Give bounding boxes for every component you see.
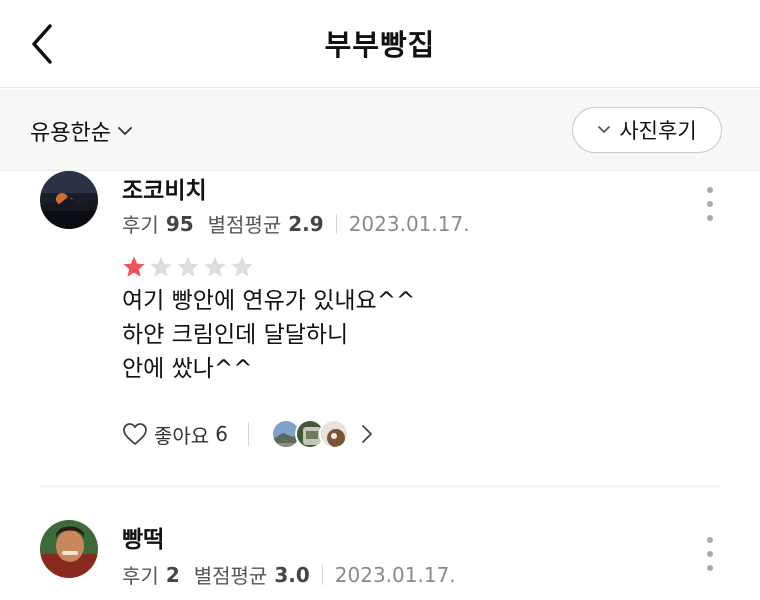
star-rating	[122, 255, 254, 279]
chevron-down-icon	[118, 127, 132, 135]
photo-review-filter-button[interactable]: 사진후기	[572, 107, 722, 153]
avatar[interactable]	[40, 171, 98, 229]
avatar[interactable]	[40, 520, 98, 578]
chevron-down-icon	[598, 126, 611, 133]
average-rating-label: 별점평균	[193, 564, 268, 588]
photo-review-filter-label: 사진후기	[619, 119, 697, 143]
review-text-line: 여기 빵안에 연유가 있내요^^	[122, 288, 416, 314]
review-divider	[40, 486, 720, 487]
review-text: 여기 빵안에 연유가 있내요^^ 하얀 크림인데 달달하니 안에 쌌나^^	[122, 284, 415, 386]
reviewer-name[interactable]: 빵떡	[122, 520, 164, 554]
sort-dropdown[interactable]: 유용한순	[30, 115, 133, 147]
review-text-line: 하얀 크림인데 달달하니	[122, 322, 349, 348]
star-icon	[123, 256, 145, 277]
like-count: 6	[215, 422, 228, 446]
average-rating: 2.9	[288, 211, 324, 236]
meta-divider	[335, 213, 337, 234]
reviewer-meta: 후기 95 별점평균 2.9 2023.01.17.	[122, 209, 470, 238]
chevron-right-icon[interactable]	[361, 424, 373, 444]
review-date: 2023.01.17.	[348, 211, 470, 236]
star-icon	[177, 256, 199, 277]
review-count: 2	[165, 562, 180, 587]
more-options-button[interactable]	[702, 187, 718, 221]
reviewer-meta: 후기 2 별점평균 3.0 2023.01.17.	[122, 560, 456, 589]
review-item: 빵떡 후기 2 별점평균 3.0 2023.01.17.	[0, 520, 760, 600]
review-text-line: 안에 쌌나^^	[122, 356, 253, 382]
average-rating-label: 별점평균	[207, 213, 282, 237]
star-icon	[150, 256, 172, 277]
review-count-label: 후기	[122, 213, 159, 237]
average-rating: 3.0	[274, 562, 310, 587]
filter-bar: 유용한순 사진후기	[0, 89, 760, 171]
sort-label: 유용한순	[30, 121, 111, 146]
like-label: 좋아요	[154, 423, 210, 448]
review-count-label: 후기	[122, 564, 159, 588]
action-divider	[247, 422, 249, 446]
review-item: 조코비치 후기 95 별점평균 2.9 2023.01.17. 여기 빵안에 연…	[0, 171, 760, 481]
page-title: 부부빵집	[324, 28, 436, 62]
photo-thumbnail[interactable]	[318, 419, 349, 449]
review-date: 2023.01.17.	[334, 562, 456, 587]
top-bar: 부부빵집	[0, 0, 760, 88]
more-options-button[interactable]	[702, 537, 718, 571]
review-count: 95	[165, 211, 194, 236]
reviewer-name[interactable]: 조코비치	[122, 171, 207, 205]
review-actions: 좋아요 6	[122, 419, 373, 449]
heart-icon	[123, 423, 147, 445]
star-icon	[204, 256, 226, 277]
star-icon	[231, 256, 253, 277]
photo-thumbnails[interactable]	[270, 419, 349, 449]
like-button[interactable]: 좋아요 6	[122, 420, 228, 449]
meta-divider	[321, 564, 323, 585]
